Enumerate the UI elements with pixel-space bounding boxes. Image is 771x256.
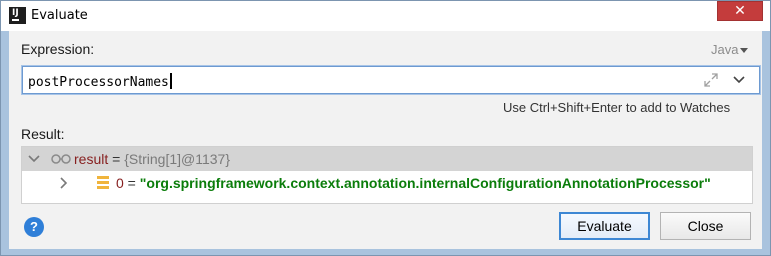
result-tree[interactable]: result = {String[1]@1137} 0 = "org.sprin… xyxy=(21,146,753,204)
element-entry-text: 0 = "org.springframework.context.annotat… xyxy=(116,175,711,191)
dialog-content: Expression: Java postProcessorNames Use … xyxy=(9,31,762,249)
tree-row-result[interactable]: result = {String[1]@1137} xyxy=(22,147,752,171)
language-label: Java xyxy=(711,42,739,57)
result-label: Result: xyxy=(21,126,65,142)
expression-label: Expression: xyxy=(21,41,95,57)
window-title: Evaluate xyxy=(31,8,88,23)
title-bar[interactable]: IJ Evaluate ✕ xyxy=(1,1,770,31)
tree-row-element-0[interactable]: 0 = "org.springframework.context.annotat… xyxy=(22,171,752,195)
result-entry-text: result = {String[1]@1137} xyxy=(74,151,231,167)
add-to-watches-hint: Use Ctrl+Shift+Enter to add to Watches xyxy=(503,100,731,115)
evaluate-button[interactable]: Evaluate xyxy=(559,212,650,240)
element-index: 0 xyxy=(116,175,124,191)
expression-value: postProcessorNames xyxy=(28,73,172,90)
chevron-down-icon xyxy=(740,48,749,54)
watch-glasses-icon xyxy=(51,154,71,164)
app-icon-label: IJ xyxy=(12,8,19,18)
close-button[interactable]: Close xyxy=(660,212,751,240)
array-element-icon xyxy=(97,176,109,189)
chevron-down-icon[interactable] xyxy=(28,153,40,165)
string-value: "org.springframework.context.annotation.… xyxy=(139,175,711,191)
variable-name: result xyxy=(74,151,109,167)
evaluate-dialog: IJ Evaluate ✕ Expression: Java postProce… xyxy=(0,0,771,256)
expand-editor-icon[interactable] xyxy=(703,72,719,88)
text-cursor xyxy=(169,73,172,89)
history-dropdown-icon[interactable] xyxy=(732,74,746,86)
intellij-app-icon: IJ xyxy=(9,7,26,24)
help-button[interactable]: ? xyxy=(24,217,44,237)
language-selector[interactable]: Java xyxy=(711,42,749,57)
chevron-right-icon[interactable] xyxy=(58,177,70,189)
expression-input[interactable]: postProcessorNames xyxy=(22,66,760,94)
window-close-button[interactable]: ✕ xyxy=(717,1,763,21)
type-info: {String[1]@1137} xyxy=(124,151,231,167)
